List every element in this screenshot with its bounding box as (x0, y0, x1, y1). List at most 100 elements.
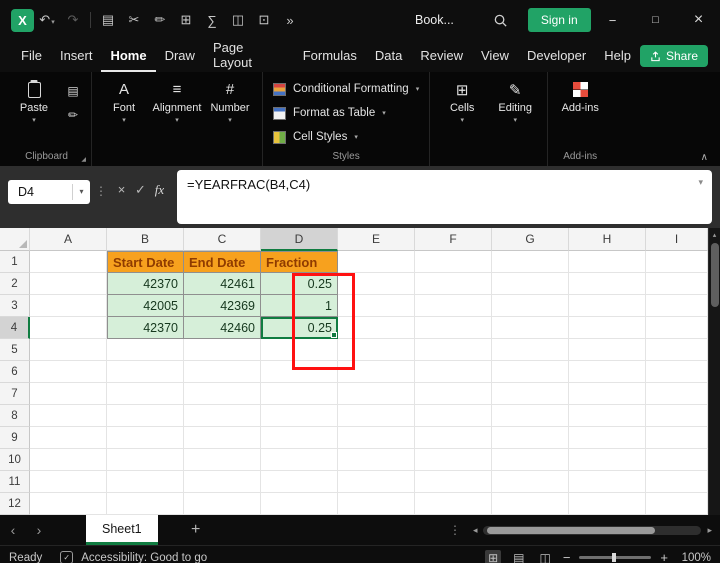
alignment-button[interactable]: ≡ Alignment ▾ (152, 77, 202, 124)
scroll-up-icon[interactable]: ▴ (709, 228, 720, 241)
cell-C12[interactable] (184, 493, 261, 515)
column-header-A[interactable]: A (30, 228, 107, 251)
column-header-I[interactable]: I (646, 228, 708, 251)
insert-function-button[interactable]: fx (150, 182, 169, 198)
autosum-button[interactable]: ∑ (199, 13, 225, 28)
cell-A9[interactable] (30, 427, 107, 449)
alignment-dropdown-icon[interactable]: ▾ (175, 116, 179, 124)
cell-C9[interactable] (184, 427, 261, 449)
cell-H1[interactable] (569, 251, 646, 273)
cell-B8[interactable] (107, 405, 184, 427)
cell-A2[interactable] (30, 273, 107, 295)
cell-A5[interactable] (30, 339, 107, 361)
cell-I7[interactable] (646, 383, 708, 405)
cells-button[interactable]: ⊞ Cells ▾ (437, 77, 487, 125)
cell-C2[interactable]: 42461 (184, 273, 261, 295)
horizontal-scrollbar[interactable] (483, 525, 702, 535)
minimize-button[interactable]: − (591, 0, 634, 40)
window-button[interactable]: ◫ (225, 12, 251, 28)
menu-tab-home[interactable]: Home (101, 40, 156, 72)
name-box[interactable]: D4 ▾ (8, 180, 90, 204)
cell-G10[interactable] (492, 449, 569, 471)
cell-H9[interactable] (569, 427, 646, 449)
hscroll-right-icon[interactable]: ▸ (707, 525, 712, 536)
cell-E1[interactable] (338, 251, 415, 273)
menu-tab-data[interactable]: Data (366, 40, 411, 72)
cell-D12[interactable] (261, 493, 338, 515)
menu-tab-page-layout[interactable]: Page Layout (204, 40, 294, 72)
camera-button[interactable]: ⊡ (251, 12, 277, 28)
editing-button[interactable]: ✎ Editing ▾ (490, 77, 540, 125)
redo-button[interactable]: ↷ (60, 12, 86, 28)
cell-I4[interactable] (646, 317, 708, 339)
cell-C4[interactable]: 42460 (184, 317, 261, 339)
conditional-formatting-dropdown-icon[interactable]: ▾ (416, 85, 420, 93)
cell-I1[interactable] (646, 251, 708, 273)
cell-D7[interactable] (261, 383, 338, 405)
font-dropdown-icon[interactable]: ▾ (122, 116, 126, 124)
formula-bar-handle[interactable]: ⋮ (95, 184, 107, 198)
cell-D11[interactable] (261, 471, 338, 493)
cell-B5[interactable] (107, 339, 184, 361)
cell-G12[interactable] (492, 493, 569, 515)
cell-F12[interactable] (415, 493, 492, 515)
cell-F5[interactable] (415, 339, 492, 361)
cell-C10[interactable] (184, 449, 261, 471)
cell-A12[interactable] (30, 493, 107, 515)
menu-tab-view[interactable]: View (472, 40, 518, 72)
cell-D1[interactable]: Fraction (261, 251, 338, 273)
editing-dropdown-icon[interactable]: ▾ (513, 116, 517, 124)
sheet-nav-right-icon[interactable]: › (26, 522, 52, 538)
cell-E6[interactable] (338, 361, 415, 383)
tab-scroll-divider[interactable]: ⋮ (449, 523, 461, 537)
menu-tab-draw[interactable]: Draw (156, 40, 204, 72)
cell-H4[interactable] (569, 317, 646, 339)
cell-I6[interactable] (646, 361, 708, 383)
number-button[interactable]: # Number ▾ (205, 77, 255, 124)
row-header-11[interactable]: 11 (0, 471, 30, 493)
formula-input[interactable]: =YEARFRAC(B4,C4) ▾ (177, 170, 712, 224)
cell-F3[interactable] (415, 295, 492, 317)
search-icon[interactable] (488, 13, 514, 28)
cell-A1[interactable] (30, 251, 107, 273)
cell-B12[interactable] (107, 493, 184, 515)
font-button[interactable]: A Font ▾ (99, 77, 149, 124)
document-title[interactable]: Book... (415, 13, 454, 27)
cell-E9[interactable] (338, 427, 415, 449)
cell-A4[interactable] (30, 317, 107, 339)
sheet-tab-sheet1[interactable]: Sheet1 (86, 515, 158, 545)
cell-E5[interactable] (338, 339, 415, 361)
cell-I11[interactable] (646, 471, 708, 493)
column-header-G[interactable]: G (492, 228, 569, 251)
sign-in-button[interactable]: Sign in (527, 8, 591, 32)
cell-G1[interactable] (492, 251, 569, 273)
cell-D5[interactable] (261, 339, 338, 361)
normal-view-button[interactable]: ⊞ (485, 549, 502, 563)
cell-C5[interactable] (184, 339, 261, 361)
cell-A6[interactable] (30, 361, 107, 383)
row-header-8[interactable]: 8 (0, 405, 30, 427)
row-header-6[interactable]: 6 (0, 361, 30, 383)
cell-F10[interactable] (415, 449, 492, 471)
cell-A8[interactable] (30, 405, 107, 427)
zoom-level[interactable]: 100% (677, 552, 711, 563)
column-header-D[interactable]: D (261, 228, 338, 251)
cell-F1[interactable] (415, 251, 492, 273)
cell-B3[interactable]: 42005 (107, 295, 184, 317)
cell-I2[interactable] (646, 273, 708, 295)
cell-I9[interactable] (646, 427, 708, 449)
share-button[interactable]: Share (639, 45, 708, 67)
accessibility-status[interactable]: Accessibility: Good to go (81, 552, 207, 563)
zoom-in-button[interactable]: + (660, 550, 668, 563)
cell-B9[interactable] (107, 427, 184, 449)
cell-C3[interactable]: 42369 (184, 295, 261, 317)
cell-E7[interactable] (338, 383, 415, 405)
undo-dropdown-icon[interactable]: ▾ (51, 19, 55, 26)
cell-styles-button[interactable]: Cell Styles ▾ (270, 125, 361, 149)
expand-formula-bar-icon[interactable]: ▾ (698, 177, 703, 188)
cell-E4[interactable] (338, 317, 415, 339)
addins-button[interactable]: Add-ins (555, 77, 605, 114)
cell-I12[interactable] (646, 493, 708, 515)
cut-button[interactable]: ✂ (121, 12, 147, 28)
column-header-B[interactable]: B (107, 228, 184, 251)
